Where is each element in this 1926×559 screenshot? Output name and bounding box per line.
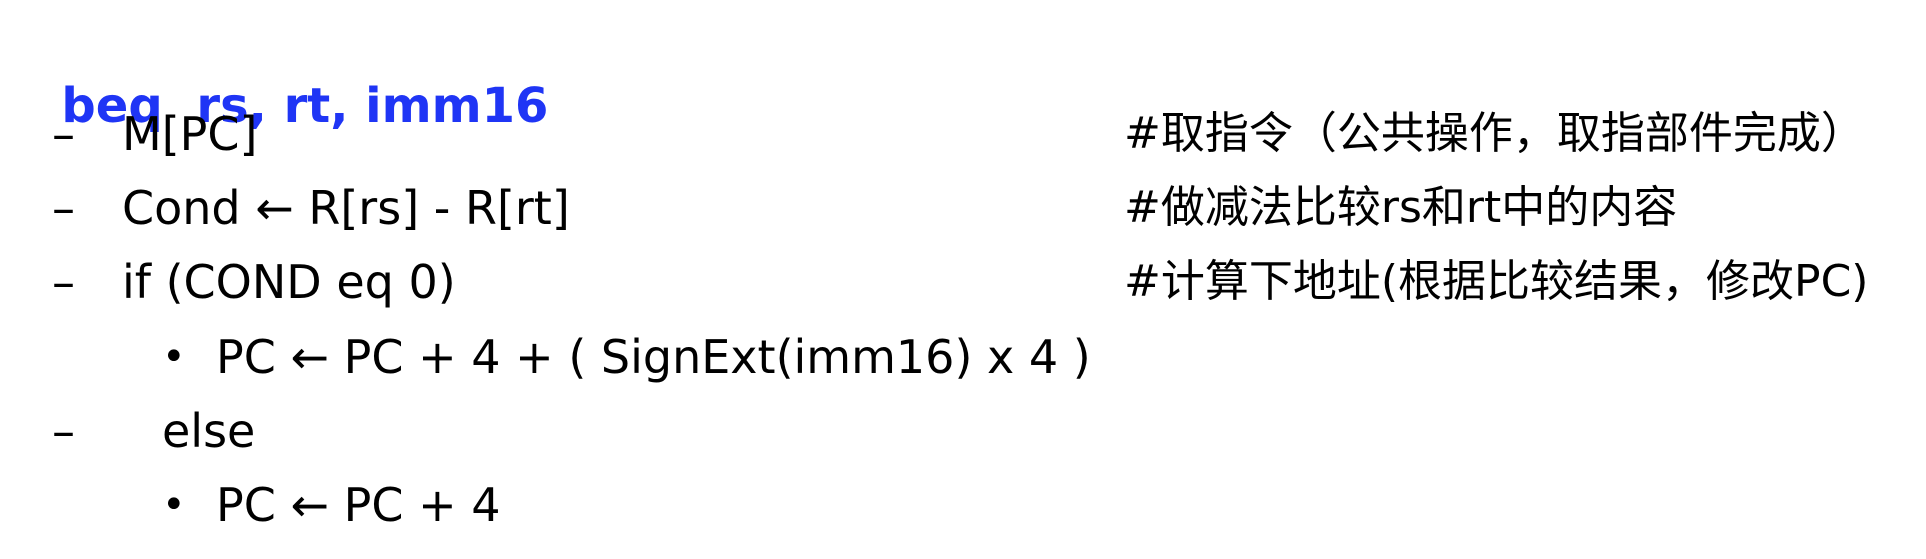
step-code: PC ← PC + 4 + ( SignExt(imm16) x 4 ) [216,330,1091,384]
step-fetch: – M[PC] #取指令（公共操作，取指部件完成） [0,97,1926,171]
step-compare: – Cond ← R[rs] - R[rt] #做减法比较rs和rt中的内容 [0,171,1926,245]
step-else: – else [0,394,1926,468]
step-branch-not-taken: • PC ← PC + 4 [0,468,1926,542]
dash-marker: – [52,181,75,235]
dash-marker: – [52,255,75,309]
dash-marker: – [52,107,75,161]
dash-marker: – [52,404,75,458]
step-code: PC ← PC + 4 [216,478,501,532]
step-comment: #计算下地址(根据比较结果，修改PC) [1124,256,1869,307]
step-branch-condition: – if (COND eq 0) #计算下地址(根据比较结果，修改PC) [0,245,1926,319]
step-branch-taken: • PC ← PC + 4 + ( SignExt(imm16) x 4 ) [0,320,1926,394]
step-comment: #做减法比较rs和rt中的内容 [1124,182,1678,233]
step-comment: #取指令（公共操作，取指部件完成） [1124,108,1865,159]
step-code: if (COND eq 0) [122,255,456,309]
step-code: M[PC] [122,107,258,161]
bullet-marker: • [162,482,186,528]
step-code: Cond ← R[rs] - R[rt] [122,181,570,235]
bullet-marker: • [162,334,186,380]
step-code: else [162,404,256,458]
